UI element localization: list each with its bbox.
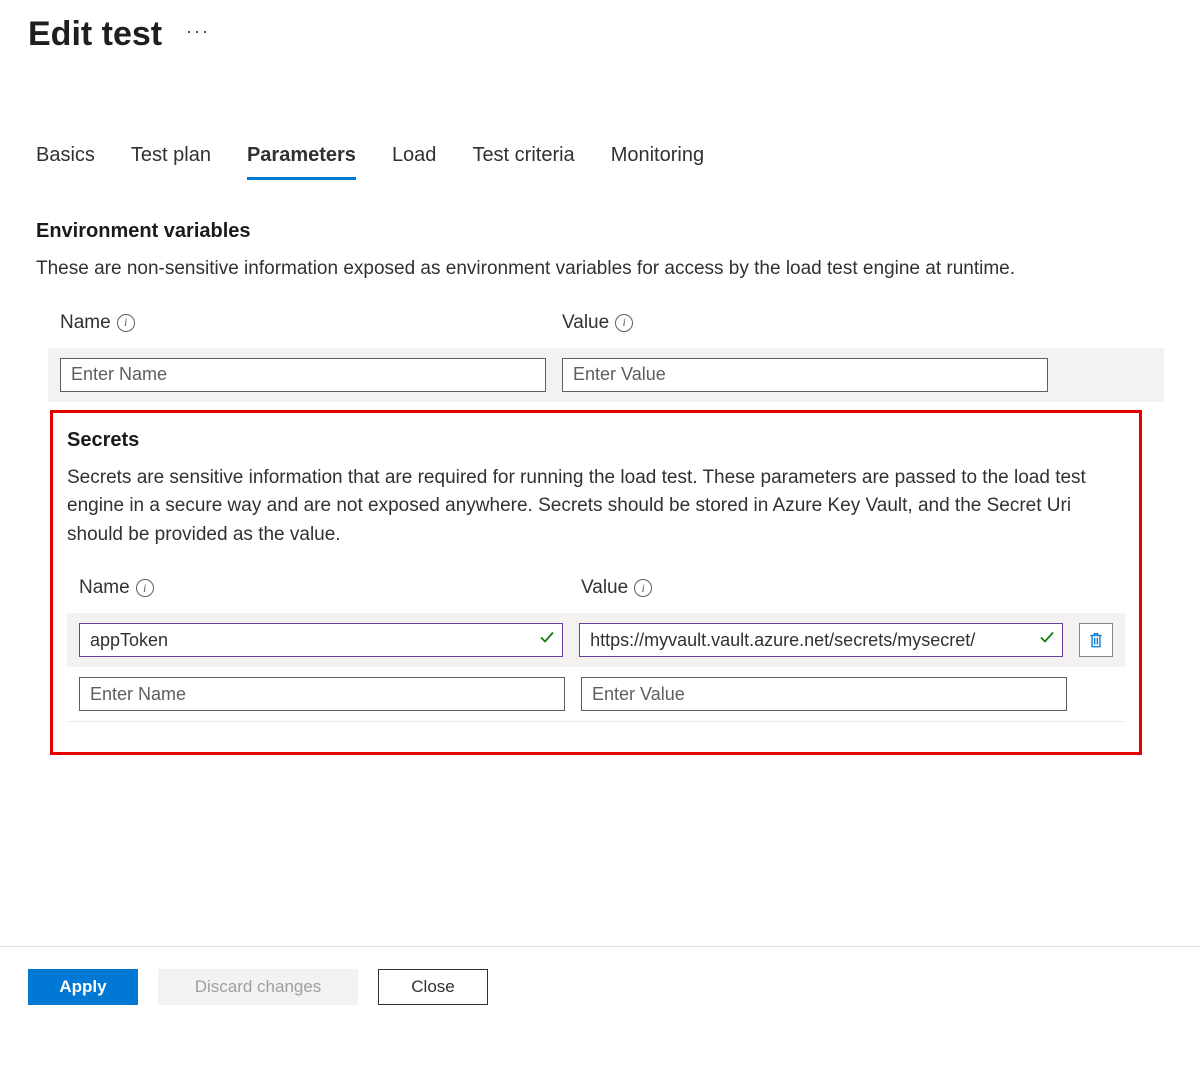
tab-monitoring[interactable]: Monitoring — [611, 144, 704, 180]
secret-name-input[interactable] — [79, 623, 563, 657]
info-icon[interactable]: i — [634, 579, 652, 597]
tab-parameters[interactable]: Parameters — [247, 144, 356, 180]
secrets-section-desc: Secrets are sensitive information that a… — [67, 464, 1125, 550]
tab-load[interactable]: Load — [392, 144, 437, 180]
env-name-input[interactable] — [60, 358, 546, 392]
page-title: Edit test — [28, 15, 162, 54]
tab-basics[interactable]: Basics — [36, 144, 95, 180]
info-icon[interactable]: i — [615, 314, 633, 332]
env-row — [48, 348, 1164, 402]
secret-row — [67, 667, 1125, 722]
footer: Apply Discard changes Close — [0, 946, 1200, 1027]
secret-row — [67, 613, 1125, 667]
secrets-value-header: Value — [581, 577, 628, 599]
secret-name-input[interactable] — [79, 677, 565, 711]
more-actions-icon[interactable]: ··· — [186, 21, 210, 48]
apply-button[interactable]: Apply — [28, 969, 138, 1005]
env-name-header: Name — [60, 312, 111, 334]
secret-value-input[interactable] — [581, 677, 1067, 711]
env-section-desc: These are non-sensitive information expo… — [36, 255, 1164, 284]
secret-value-input[interactable] — [579, 623, 1063, 657]
secrets-section-highlight: Secrets Secrets are sensitive informatio… — [50, 410, 1142, 756]
info-icon[interactable]: i — [117, 314, 135, 332]
env-section-title: Environment variables — [36, 220, 1164, 243]
secrets-name-header: Name — [79, 577, 130, 599]
tabs-bar: Basics Test plan Parameters Load Test cr… — [0, 144, 1200, 180]
env-value-header: Value — [562, 312, 609, 334]
tab-test-criteria[interactable]: Test criteria — [472, 144, 574, 180]
close-button[interactable]: Close — [378, 969, 488, 1005]
tab-test-plan[interactable]: Test plan — [131, 144, 211, 180]
env-value-input[interactable] — [562, 358, 1048, 392]
secrets-section-title: Secrets — [67, 429, 1125, 452]
delete-secret-button[interactable] — [1079, 623, 1113, 657]
info-icon[interactable]: i — [136, 579, 154, 597]
discard-changes-button[interactable]: Discard changes — [158, 969, 358, 1005]
